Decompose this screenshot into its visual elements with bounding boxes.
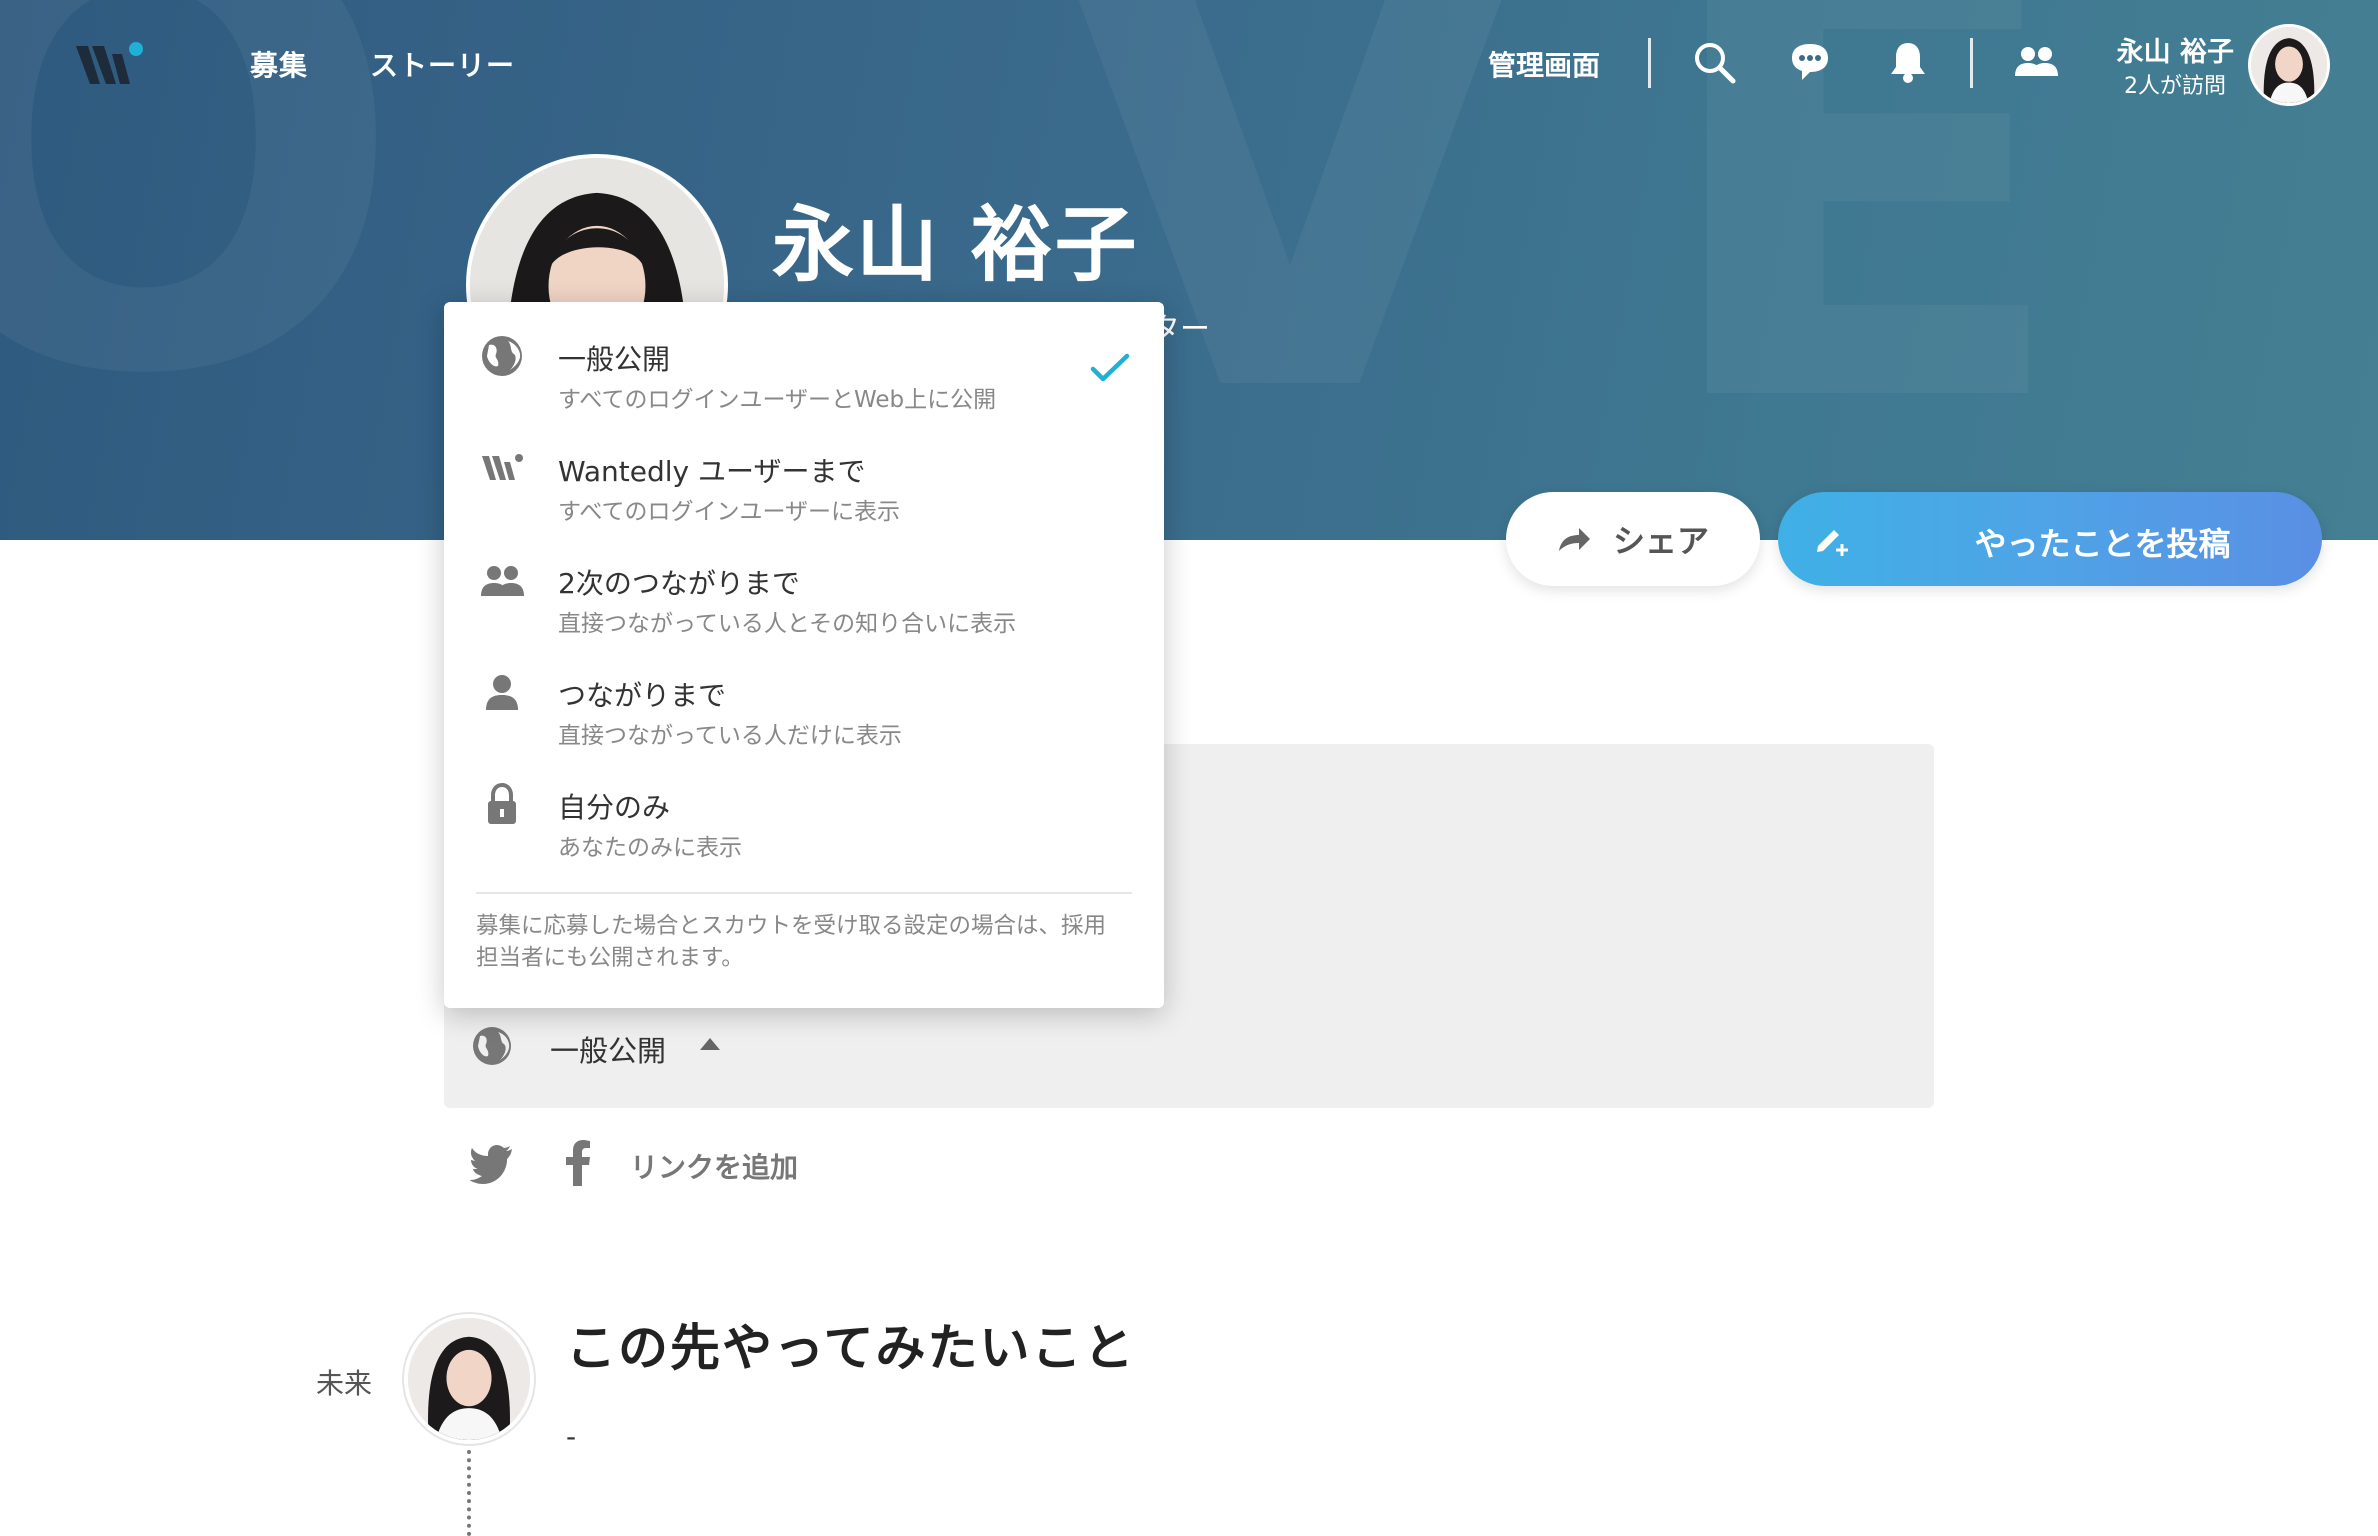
privacy-option-second-degree[interactable]: 2次のつながりまで 直接つながっている人とその知り合いに表示 [444,526,1164,638]
group-icon [481,566,524,596]
profile-name: 永山 裕子 [772,198,1139,293]
wantedly-logo-icon[interactable] [74,40,146,90]
privacy-option-connections[interactable]: つながりまで 直接つながっている人だけに表示 [444,638,1164,750]
people-icon[interactable] [2012,38,2060,86]
option-description: 直接つながっている人とその知り合いに表示 [558,611,1017,637]
bell-icon[interactable] [1884,38,1932,86]
nav-divider [1648,38,1651,88]
nav-link-jobs[interactable]: 募集 [250,44,308,84]
globe-icon [482,336,522,376]
top-navigation: 募集 ストーリー 管理画面 永山 裕子 2人が訪問 [0,0,2378,124]
timeline-label-future: 未来 [316,1367,373,1400]
header-avatar[interactable] [2248,24,2330,106]
option-title: 一般公開 [558,343,671,376]
privacy-selector-label: 一般公開 [550,1034,667,1068]
share-arrow-icon [1558,528,1590,551]
header-user-name[interactable]: 永山 裕子 [2117,30,2234,69]
option-description: すべてのログインユーザーに表示 [558,499,901,525]
facebook-icon[interactable] [562,1140,594,1186]
check-icon [1090,353,1130,382]
nav-link-admin[interactable]: 管理画面 [1488,44,1600,84]
option-title: 2次のつながりまで [558,567,800,600]
twitter-icon[interactable] [470,1144,514,1184]
pen-plus-icon [1817,530,1848,556]
person-icon [486,675,518,710]
lock-icon [488,782,516,824]
profile-hero: O V E 募集 ストーリー 管理画面 永山 裕子 2人が訪問 永山 裕子 ター [0,0,2378,540]
option-description: あなたのみに表示 [558,835,742,861]
option-title: つながりまで [558,679,727,712]
privacy-dropdown-menu: 一般公開 すべてのログインユーザーとWeb上に公開 Wantedly ユーザーま… [444,302,1164,1008]
option-title: Wantedly ユーザーまで [558,455,866,488]
option-title: 自分のみ [558,791,671,824]
option-description: すべてのログインユーザーとWeb上に公開 [558,387,997,413]
privacy-selector[interactable]: 一般公開 [470,1024,720,1068]
post-button-label: やったことを投稿 [1974,525,2231,563]
globe-icon [473,1027,511,1065]
post-activity-button[interactable]: やったことを投稿 [1778,492,2322,586]
caret-up-icon [700,1038,720,1050]
option-description: 直接つながっている人だけに表示 [558,723,902,749]
wantedly-icon [482,454,523,480]
add-link-button[interactable]: リンクを追加 [630,1146,798,1186]
share-button[interactable]: シェア [1506,492,1760,586]
share-button-label: シェア [1612,522,1709,560]
future-avatar [404,1314,534,1444]
nav-link-stories[interactable]: ストーリー [370,44,515,84]
privacy-option-only-me[interactable]: 自分のみ あなたのみに表示 [444,750,1164,862]
visitor-count[interactable]: 2人が訪問 [2124,68,2226,100]
nav-divider [1970,38,1973,88]
timeline-connector [467,1450,471,1536]
privacy-option-public[interactable]: 一般公開 すべてのログインユーザーとWeb上に公開 [444,302,1164,414]
future-section-body[interactable]: - [566,1420,576,1453]
menu-divider [476,892,1132,894]
search-icon[interactable] [1690,38,1738,86]
privacy-option-wantedly-users[interactable]: Wantedly ユーザーまで すべてのログインユーザーに表示 [444,414,1164,526]
future-section-title: この先やってみたいこと [566,1319,1136,1377]
privacy-note: 募集に応募した場合とスカウトを受け取る設定の場合は、採用担当者にも公開されます。 [476,913,1107,971]
chat-icon[interactable] [1786,38,1834,86]
